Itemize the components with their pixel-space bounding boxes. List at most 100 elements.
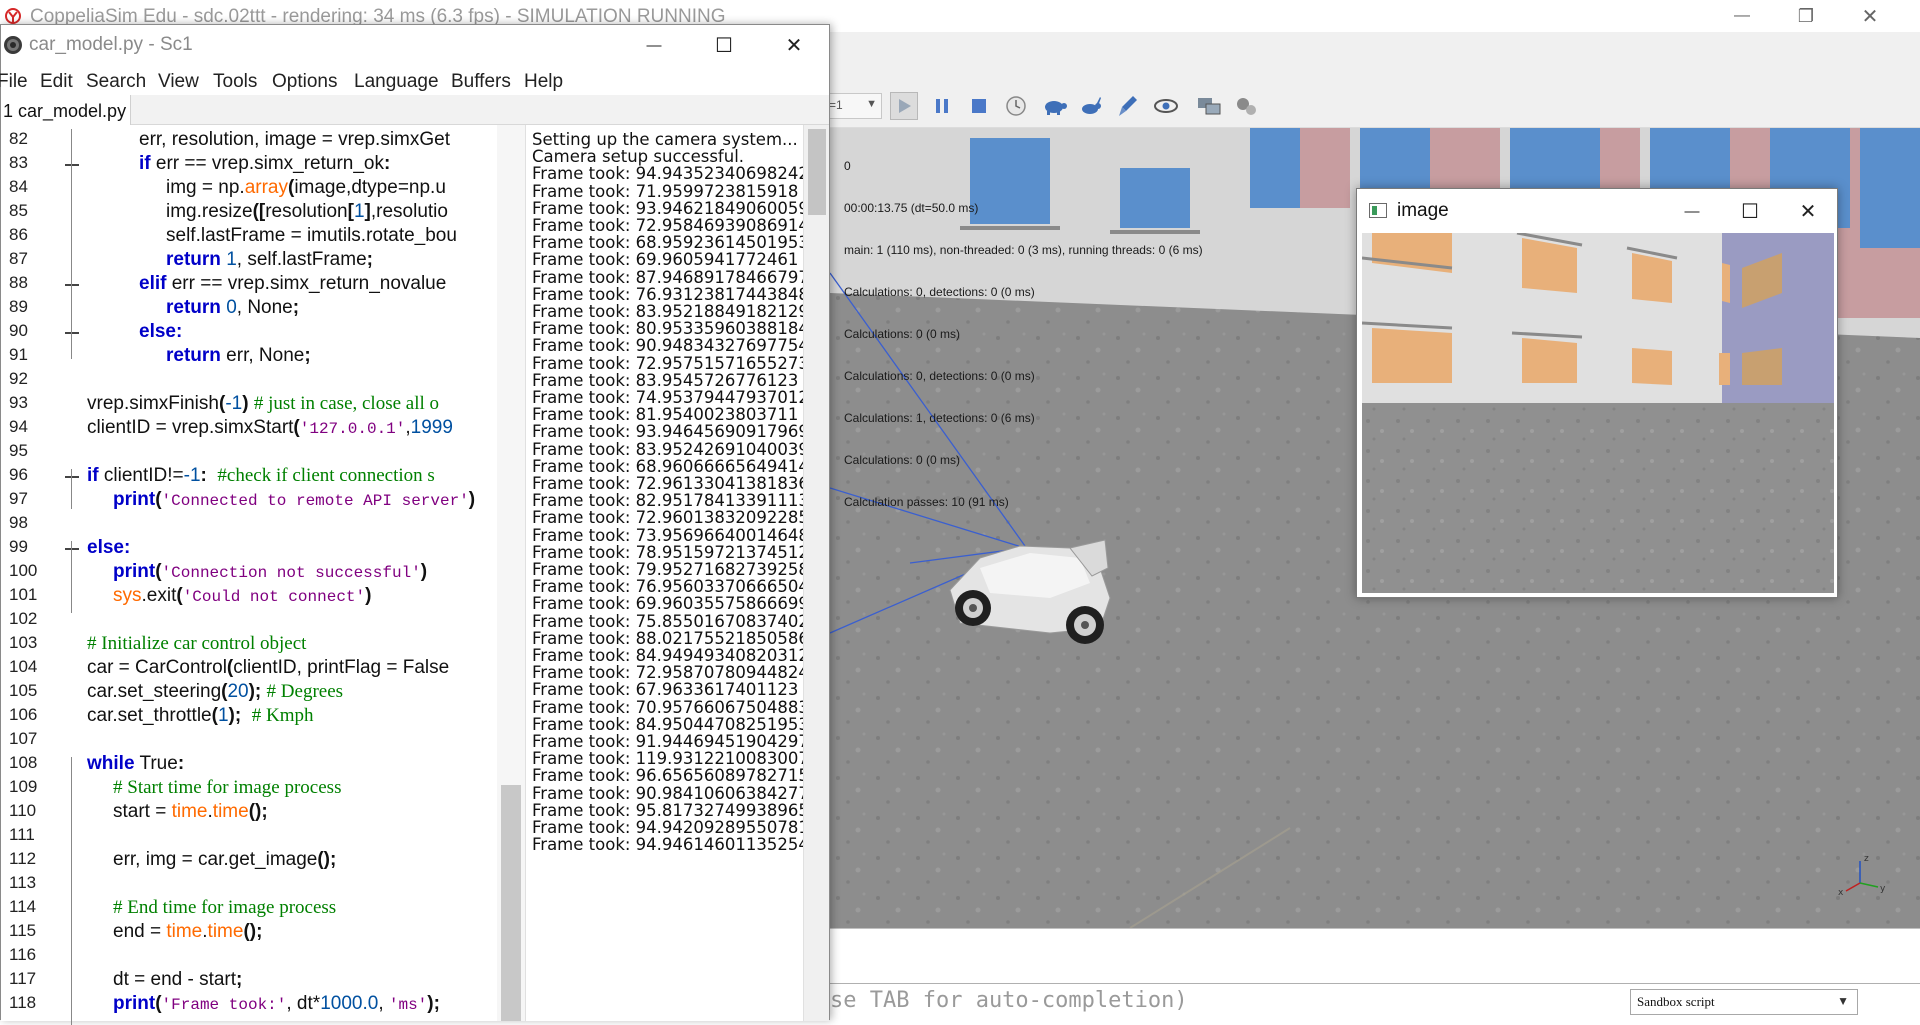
code-scrollbar[interactable] [497,125,525,1021]
fold-marker-icon[interactable] [65,476,79,478]
line-number: 108 [9,753,38,772]
info-line: Calculations: 0 (0 ms) [844,453,961,467]
info-line: Calculations: 0 (0 ms) [844,327,961,341]
line-number: 104 [9,657,38,676]
speed-up-rabbit-icon[interactable] [1077,92,1105,120]
line-number-gutter: 82 83 84 85 86 87 88 89 90 91 92 93 94 95 96 97 98 99 100 1… [1,125,87,1025]
line-number: 83 [9,153,28,172]
scene-hierarchy-icon[interactable] [1195,92,1223,120]
code-editor[interactable]: err, resolution, image = vrep.simxGet if… [87,125,497,1021]
code-line: while True: [87,753,185,774]
code-line: err, img = car.get_image(); [113,849,337,870]
info-line: Calculations: 1, detections: 0 (6 ms) [844,411,1035,425]
line-number: 88 [9,273,28,292]
image-minimize-button[interactable]: — [1663,189,1721,233]
tab-car-model[interactable]: 1 car_model.py [1,95,132,125]
code-line: self.lastFrame = imutils.rotate_bou [166,225,457,246]
code-line: print('Connected to remote API server') [113,489,476,510]
fold-marker-icon[interactable] [65,284,79,286]
menu-search[interactable]: Search [86,71,146,93]
line-number: 112 [9,849,37,868]
image-maximize-button[interactable]: ☐ [1721,189,1779,233]
chevron-down-icon: ▼ [866,98,877,110]
line-number: 114 [9,897,37,916]
pause-icon[interactable] [928,92,956,120]
visualization-eye-icon[interactable] [1152,92,1180,120]
line-number: 109 [9,777,38,796]
script-select[interactable]: Sandbox script ▼ [1630,989,1858,1015]
editor-window: car_model.py - Sc1 — ☐ ✕ File Edit Searc… [0,24,830,1025]
menu-edit[interactable]: Edit [40,71,73,93]
main-close-button[interactable]: ✕ [1838,0,1902,32]
line-number: 99 [9,537,28,556]
image-window-icon [1369,203,1387,218]
output-panel[interactable]: Setting up the camera system... Camera se… [525,125,803,1021]
line-number: 113 [9,873,37,892]
code-line: return 1, self.lastFrame; [166,249,373,270]
line-number: 82 [9,129,28,148]
image-close-button[interactable]: ✕ [1779,189,1837,233]
line-number: 91 [9,345,28,364]
line-number: 116 [9,945,37,964]
code-line: else: [87,537,131,558]
code-line: car.set_throttle(1); # Kmph [87,705,314,726]
command-bar: se TAB for auto-completion) Sandbox scri… [830,983,1920,1020]
code-line: img = np.array(image,dtype=np.u [166,177,446,198]
code-line: return err, None; [166,345,311,366]
line-number: 103 [9,633,38,652]
fold-marker-icon[interactable] [65,548,79,550]
model-browser-icon[interactable] [1232,92,1260,120]
image-window: image — ☐ ✕ [1356,188,1838,598]
line-number: 101 [9,585,38,604]
play-icon[interactable] [890,92,918,120]
line-number: 95 [9,441,28,460]
menu-buffers[interactable]: Buffers [451,71,511,93]
main-minimize-button[interactable]: — [1710,0,1774,32]
editor-minimize-button[interactable]: — [619,25,689,65]
simulation-settings-dropdown[interactable]: =1 ▼ [826,93,882,119]
realtime-clock-icon[interactable] [1002,92,1030,120]
menu-options[interactable]: Options [272,71,337,93]
output-scrollbar-thumb[interactable] [808,129,826,215]
command-input[interactable]: se TAB for auto-completion) [830,988,1188,1013]
code-line: img.resize([resolution[1],resolutio [166,201,448,222]
code-line: err, resolution, image = vrep.simxGet [139,129,450,150]
threaded-rendering-rocket-icon[interactable] [1114,92,1142,120]
line-number: 85 [9,201,28,220]
fold-guide [71,541,72,613]
editor-close-button[interactable]: ✕ [759,25,829,65]
code-line: car.set_steering(20); # Degrees [87,681,344,702]
image-window-title: image [1397,200,1449,221]
status-console[interactable] [830,928,1920,983]
code-scrollbar-thumb[interactable] [501,785,521,1021]
editor-maximize-button[interactable]: ☐ [689,25,759,65]
line-number: 110 [9,801,37,820]
fold-guide [71,469,72,509]
svg-text:z: z [1864,854,1869,864]
fold-marker-icon[interactable] [65,164,79,166]
code-line: start = time.time(); [113,801,268,822]
line-number: 97 [9,489,28,508]
fold-marker-icon[interactable] [65,332,79,334]
editor-menubar: File Edit Search View Tools Options Lang… [0,65,829,95]
code-line: return 0, None; [166,297,300,318]
code-line: # End time for image process [113,897,337,918]
code-line: # Initialize car control object [87,633,307,654]
menu-file[interactable]: File [0,71,28,93]
menu-language[interactable]: Language [354,71,439,93]
line-number: 118 [9,993,37,1012]
editor-titlebar[interactable]: car_model.py - Sc1 — ☐ ✕ [1,25,829,65]
output-scrollbar[interactable] [803,125,829,1021]
code-line: print('Connection not successful') [113,561,428,582]
image-window-titlebar[interactable]: image — ☐ ✕ [1357,189,1837,233]
stop-icon[interactable] [965,92,993,120]
menu-view[interactable]: View [158,71,199,93]
slow-down-turtle-icon[interactable] [1040,92,1068,120]
line-number: 96 [9,465,28,484]
menu-tools[interactable]: Tools [213,71,257,93]
main-maximize-button[interactable]: ❐ [1774,0,1838,32]
menu-help[interactable]: Help [524,71,563,93]
line-number: 84 [9,177,28,196]
info-line: main: 1 (110 ms), non-threaded: 0 (3 ms)… [844,243,1203,257]
code-line: if clientID!=-1: #check if client connec… [87,465,435,486]
